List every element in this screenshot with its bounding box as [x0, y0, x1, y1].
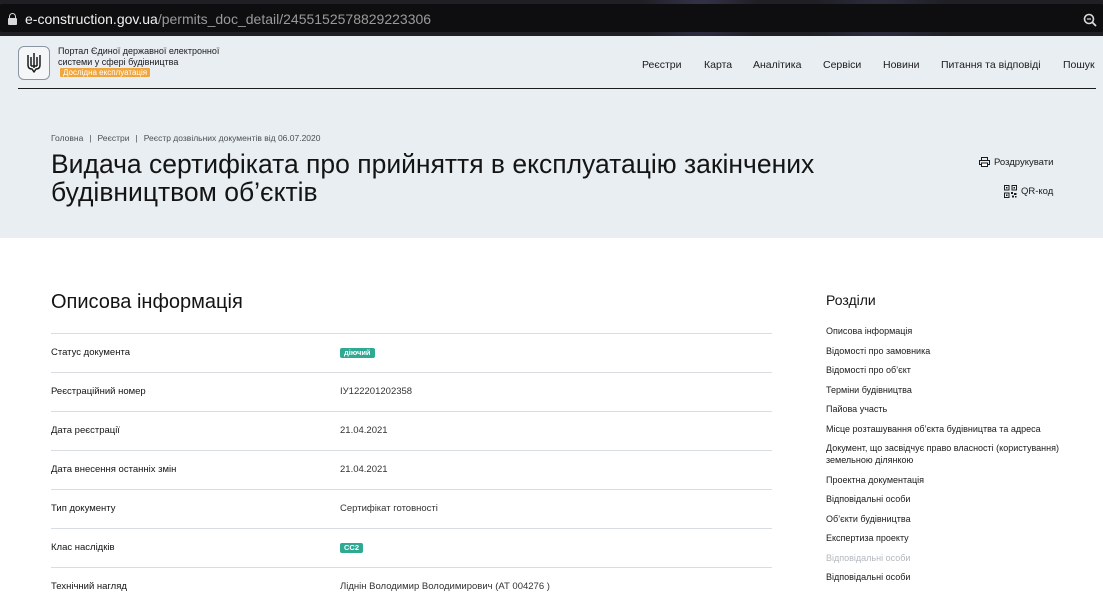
row-label: Статус документа	[51, 347, 130, 358]
printer-icon	[979, 157, 990, 168]
table-row: Статус документа діючий	[51, 333, 772, 372]
row-label: Технічний нагляд	[51, 581, 127, 592]
qr-code-label: QR-код	[1021, 186, 1054, 198]
table-row: Дата реєстрації 21.04.2021	[51, 411, 772, 450]
row-value: ІУ122201202358	[340, 386, 413, 397]
url-path: /permits_doc_detail/2455152578829223306	[157, 11, 432, 27]
site-header: Портал Єдиної державної електронної сист…	[0, 36, 1103, 123]
nav-map[interactable]: Карта	[704, 59, 732, 71]
row-value: 21.04.2021	[340, 425, 388, 436]
section-link[interactable]: Відомості про замовника	[826, 345, 1091, 357]
row-label: Тип документу	[51, 503, 116, 514]
section-link[interactable]: Пайова участь	[826, 403, 1091, 415]
lock-icon	[8, 13, 17, 25]
table-row: Клас наслідків СС2	[51, 528, 772, 567]
print-button[interactable]: Роздрукувати	[979, 157, 1053, 168]
nav-faq[interactable]: Питання та відповіді	[941, 59, 1041, 71]
row-label: Дата внесення останніх змін	[51, 464, 177, 475]
portal-name-text: Портал Єдиної державної електронної сист…	[58, 46, 220, 67]
row-value: 21.04.2021	[340, 464, 388, 475]
sections-title: Розділи	[826, 292, 876, 308]
section-link[interactable]: Відповідальні особи	[826, 571, 1091, 583]
section-link[interactable]: Експертиза проекту	[826, 532, 1091, 544]
table-row: Тип документу Сертифікат готовності	[51, 489, 772, 528]
section-link[interactable]: Відповідальні особи	[826, 493, 1091, 505]
breadcrumb-registries[interactable]: Реєстри	[98, 133, 130, 143]
section-link[interactable]: Відповідальні особи	[826, 552, 1091, 564]
row-label: Клас наслідків	[51, 542, 115, 553]
nav-analytics[interactable]: Аналітика	[753, 59, 801, 71]
section-link[interactable]: Відомості про об’єкт	[826, 364, 1091, 376]
header-divider	[18, 88, 1096, 89]
class-badge: СС2	[340, 543, 364, 553]
nav-registries[interactable]: Реєстри	[642, 59, 682, 71]
coat-of-arms-logo[interactable]	[18, 46, 50, 80]
url-text[interactable]: e-construction.gov.ua/permits_doc_detail…	[25, 11, 431, 27]
row-label: Реєстраційний номер	[51, 386, 146, 397]
status-badge: діючий	[340, 348, 375, 358]
browser-address-bar: e-construction.gov.ua/permits_doc_detail…	[0, 0, 1103, 36]
row-value: СС2	[340, 542, 364, 553]
section-link[interactable]: Терміни будівництва	[826, 384, 1091, 396]
page-title: Видача сертифіката про прийняття в експл…	[51, 149, 815, 207]
info-table: Статус документа діючий Реєстраційний но…	[51, 333, 772, 606]
sections-nav: Описова інформація Відомості про замовни…	[826, 325, 1091, 591]
breadcrumb: Головна | Реєстри | Реєстр дозвільних докуме…	[51, 133, 321, 143]
breadcrumb-home[interactable]: Головна	[51, 133, 83, 143]
zoom-icon[interactable]	[1083, 13, 1097, 27]
breadcrumb-separator: |	[89, 133, 92, 143]
nav-news[interactable]: Новини	[883, 59, 920, 71]
table-row: Технічний нагляд Ліднін Володимир Володи…	[51, 567, 772, 606]
section-link[interactable]: Об’єкти будівництва	[826, 513, 1091, 525]
row-value: Ліднін Володимир Володимирович (АТ 00427…	[340, 581, 550, 592]
breadcrumb-separator: |	[135, 133, 138, 143]
portal-name[interactable]: Портал Єдиної державної електронної сист…	[58, 46, 228, 78]
section-title: Описова інформація	[51, 291, 243, 313]
nav-search[interactable]: Пошук	[1063, 59, 1095, 71]
url-host: e-construction.gov.ua	[25, 11, 158, 27]
row-value: Сертифікат готовності	[340, 503, 438, 514]
row-value: діючий	[340, 347, 375, 358]
nav-services[interactable]: Сервіси	[823, 59, 861, 71]
table-row: Дата внесення останніх змін 21.04.2021	[51, 450, 772, 489]
row-label: Дата реєстрації	[51, 425, 120, 436]
print-label: Роздрукувати	[994, 157, 1054, 168]
trident-icon	[27, 53, 41, 73]
url-field[interactable]: e-construction.gov.ua/permits_doc_detail…	[0, 4, 1103, 32]
beta-badge: Дослідна експлуатація	[60, 68, 151, 77]
qr-code-icon	[1004, 185, 1017, 198]
qr-code-button[interactable]: QR-код	[1004, 185, 1053, 198]
section-link[interactable]: Документ, що засвідчує право власності (…	[826, 442, 1091, 466]
table-row: Реєстраційний номер ІУ122201202358	[51, 372, 772, 411]
section-link[interactable]: Місце розташування об’єкта будівництва т…	[826, 423, 1091, 435]
breadcrumb-current[interactable]: Реєстр дозвільних документів від 06.07.2…	[144, 133, 321, 143]
page-hero: Головна | Реєстри | Реєстр дозвільних докуме…	[0, 123, 1103, 238]
section-link[interactable]: Проектна документація	[826, 474, 1091, 486]
section-link[interactable]: Описова інформація	[826, 325, 1091, 337]
